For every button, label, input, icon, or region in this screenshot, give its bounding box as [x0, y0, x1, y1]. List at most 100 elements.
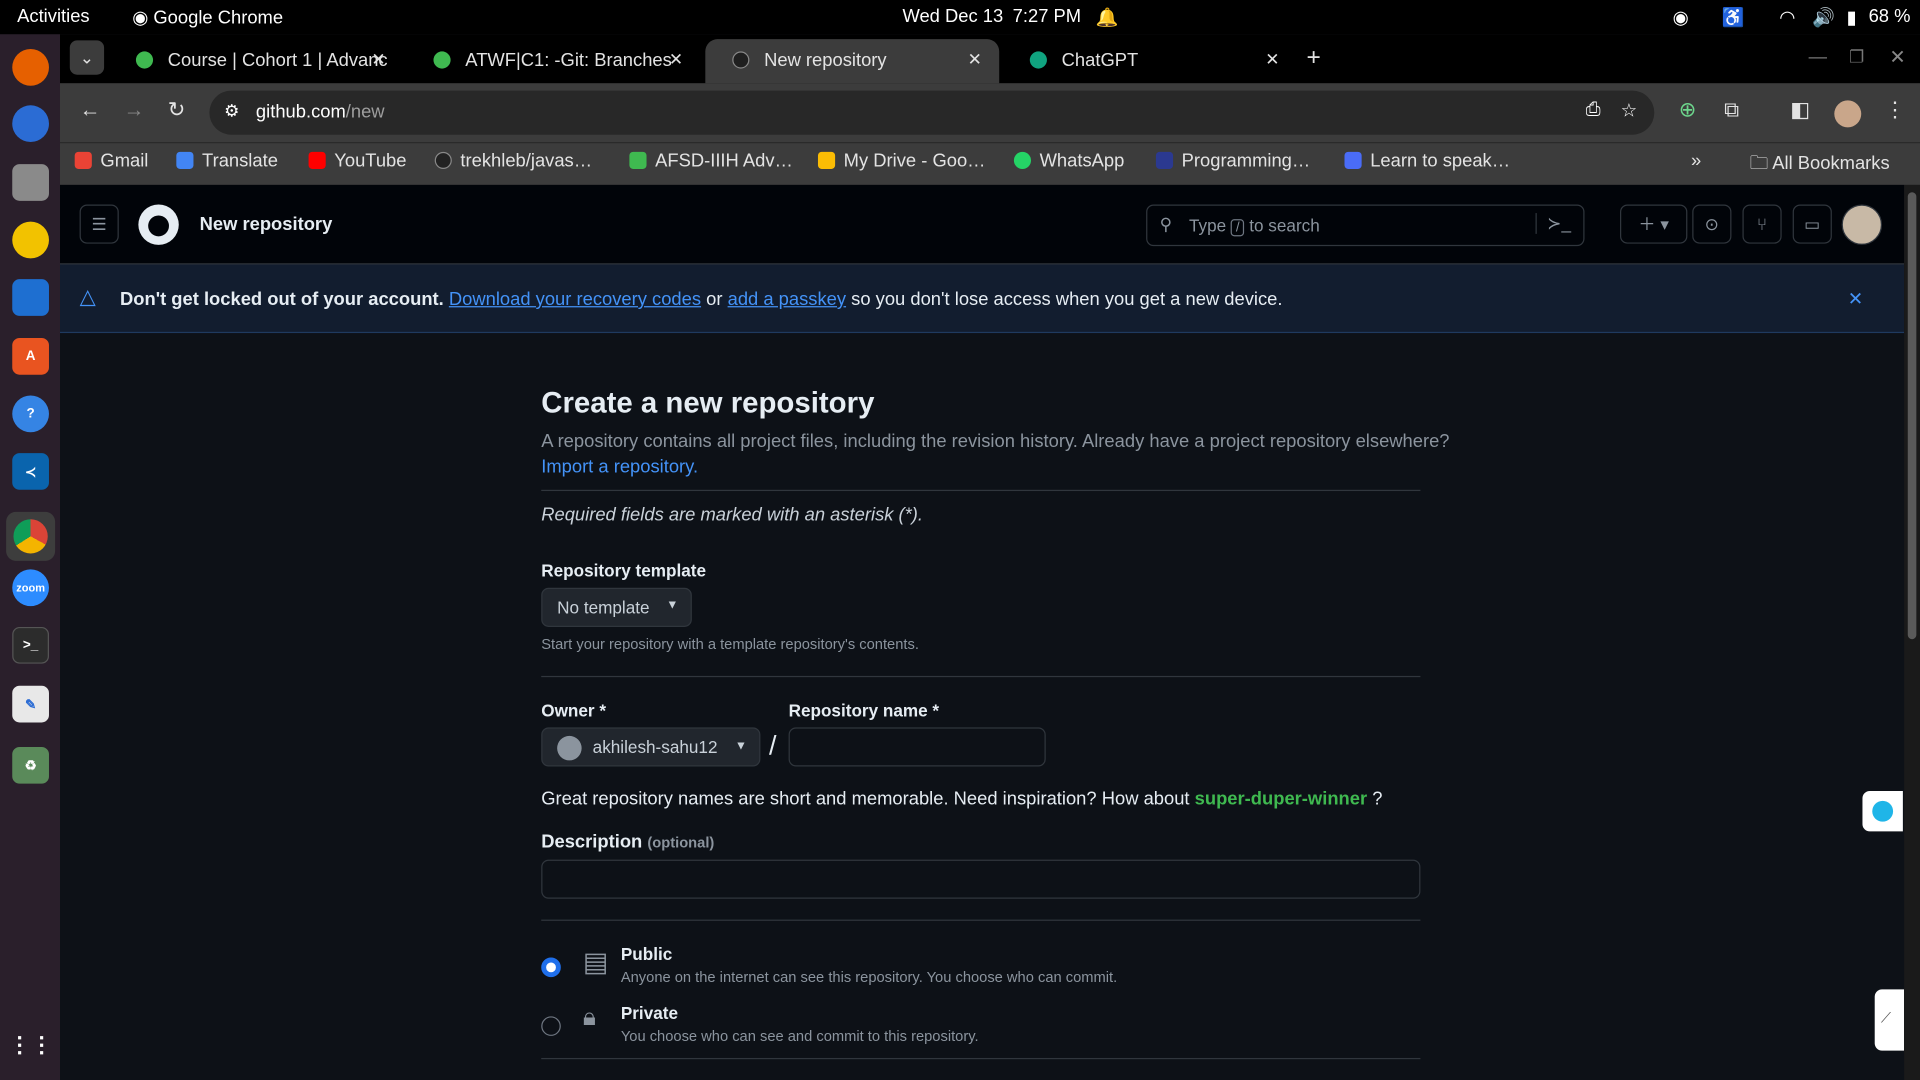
minimize-button[interactable]: —	[1809, 47, 1827, 68]
files-icon[interactable]	[12, 164, 49, 201]
tab-course[interactable]: Course | Cohort 1 | Advanc ✕	[109, 39, 403, 83]
close-icon[interactable]: ✕	[968, 49, 982, 70]
chrome-menu-icon[interactable]: ⋮	[1885, 98, 1906, 122]
pull-requests-button[interactable]: ⑂	[1742, 204, 1782, 244]
private-label[interactable]: Private	[621, 1003, 678, 1023]
vscode-icon[interactable]: ≺	[12, 453, 49, 490]
more-bookmarks-icon[interactable]: »	[1691, 151, 1701, 172]
bookmark-afsd[interactable]: AFSD-IIIH Adv…	[629, 151, 793, 171]
bookmark-translate[interactable]: Translate	[176, 151, 278, 171]
command-palette-icon[interactable]: ≻_	[1536, 213, 1571, 234]
tab-favicon-icon	[433, 51, 451, 69]
wifi-icon[interactable]: ◠	[1779, 6, 1795, 28]
zoom-icon[interactable]: zoom	[12, 569, 49, 607]
close-icon[interactable]: ✕	[669, 49, 683, 70]
inbox-button[interactable]: ▭	[1792, 204, 1832, 244]
tab-search-button[interactable]: ⌄	[69, 40, 105, 75]
chrome-app-menu[interactable]: ◉ Google Chrome	[132, 6, 283, 28]
template-dropdown[interactable]: No template ▼	[541, 587, 692, 627]
learn-icon	[1344, 151, 1362, 169]
firefox-icon[interactable]	[12, 48, 49, 86]
site-info-icon[interactable]: ⚙	[224, 100, 239, 121]
maximize-button[interactable]: ❐	[1849, 47, 1864, 68]
name-suggestion[interactable]: super-duper-winner	[1195, 789, 1367, 810]
hamburger-menu-button[interactable]: ☰	[79, 204, 119, 244]
bookmark-programming[interactable]: Programming…	[1155, 151, 1310, 171]
github-icon	[434, 151, 452, 169]
app-center-icon[interactable]: A	[12, 337, 49, 375]
close-banner-icon[interactable]: ✕	[1848, 288, 1863, 310]
terminal-icon[interactable]: >_	[12, 626, 49, 664]
close-window-button[interactable]: ✕	[1889, 45, 1905, 69]
github-page: ☰ New repository ⚲ Type / to search ≻_ ＋…	[60, 184, 1905, 1080]
close-icon[interactable]: ✕	[1265, 49, 1279, 70]
description-input[interactable]	[541, 859, 1421, 899]
recovery-codes-link[interactable]: Download your recovery codes	[449, 289, 701, 310]
tab-chatgpt[interactable]: ChatGPT ✕	[1003, 39, 1297, 83]
show-apps-icon[interactable]: ⋮⋮	[9, 1026, 53, 1063]
activities-button[interactable]: Activities	[17, 6, 89, 27]
bookmark-whatsapp[interactable]: WhatsApp	[1013, 151, 1124, 171]
repo-name-input[interactable]	[788, 727, 1046, 767]
private-radio[interactable]	[541, 1016, 561, 1036]
reload-button[interactable]: ↻	[168, 98, 185, 122]
bookmarks-bar: Gmail Translate YouTube trekhleb/javas… …	[60, 142, 1920, 185]
bookmark-learn[interactable]: Learn to speak…	[1344, 151, 1510, 171]
side-panel-icon[interactable]: ◧	[1790, 98, 1810, 122]
bookmark-star-icon[interactable]: ☆	[1621, 99, 1637, 121]
battery-icon[interactable]: ▮	[1847, 6, 1857, 28]
public-label[interactable]: Public	[621, 944, 672, 964]
help-icon[interactable]: ?	[12, 395, 49, 433]
bookmark-my-drive[interactable]: My Drive - Goo…	[817, 151, 986, 171]
writer-icon[interactable]	[12, 279, 49, 316]
all-bookmarks-folder[interactable]: 🗀 All Bookmarks	[1750, 151, 1890, 182]
clock-date[interactable]: Wed Dec 13	[902, 6, 1003, 27]
address-bar[interactable]: ⚙ github.com/new ⎙ ☆	[209, 90, 1655, 135]
accessibility-icon[interactable]: ♿	[1722, 6, 1745, 28]
user-avatar[interactable]	[1841, 204, 1883, 245]
extensions-icon[interactable]: ⧉	[1724, 98, 1739, 122]
volume-icon[interactable]: 🔊	[1812, 6, 1835, 28]
forward-button[interactable]: →	[124, 98, 145, 122]
owner-dropdown[interactable]: akhilesh-sahu12 ▼	[541, 727, 761, 767]
rhythmbox-icon[interactable]	[12, 221, 49, 259]
form-title: Create a new repository	[541, 386, 875, 421]
page-scrollbar[interactable]	[1904, 184, 1920, 1080]
thunderbird-icon[interactable]	[12, 105, 49, 143]
assistant-widget-button[interactable]	[1862, 791, 1903, 832]
chrome-logo-icon	[13, 519, 48, 554]
extension-plus-icon[interactable]: ⊕	[1679, 98, 1696, 122]
chrome-dock-icon[interactable]	[6, 511, 56, 561]
bookmark-trekhleb[interactable]: trekhleb/javas…	[434, 151, 592, 171]
tab-new-repository[interactable]: New repository ✕	[705, 39, 1000, 84]
tab-atwf[interactable]: ATWF|C1: -Git: Branches ✕	[407, 39, 701, 83]
add-passkey-link[interactable]: add a passkey	[728, 289, 846, 310]
tab-favicon-icon	[135, 51, 154, 69]
inbox-icon: ▭	[1804, 213, 1821, 234]
page-title: New repository	[199, 214, 333, 236]
divider	[541, 489, 1421, 492]
profile-avatar[interactable]	[1834, 100, 1862, 128]
public-radio[interactable]	[541, 957, 561, 978]
side-widget-button[interactable]: ⟋	[1874, 989, 1905, 1051]
import-repository-link[interactable]: Import a repository.	[541, 457, 698, 478]
search-icon: ⚲	[1159, 214, 1173, 234]
install-app-icon[interactable]: ⎙	[1586, 99, 1601, 120]
repo-name-label: Repository name *	[788, 700, 940, 721]
bookmark-youtube[interactable]: YouTube	[308, 151, 406, 171]
chrome-indicator-icon: ◉	[1672, 7, 1689, 29]
new-tab-button[interactable]: +	[1307, 44, 1321, 72]
back-button[interactable]: ←	[80, 98, 101, 122]
close-icon[interactable]: ✕	[371, 49, 385, 70]
github-logo-icon[interactable]	[138, 204, 179, 245]
search-input[interactable]: ⚲ Type / to search ≻_	[1146, 204, 1585, 247]
youtube-icon	[308, 151, 326, 169]
scrollbar-thumb[interactable]	[1907, 192, 1917, 640]
issues-button[interactable]: ⊙	[1692, 204, 1732, 244]
create-new-button[interactable]: ＋ ▾	[1620, 204, 1688, 244]
assistant-icon	[1872, 800, 1894, 822]
trash-icon[interactable]: ♻	[12, 746, 49, 784]
text-editor-icon[interactable]: ✎	[12, 685, 49, 723]
clock-time[interactable]: 7:27 PM	[1013, 6, 1081, 27]
bookmark-gmail[interactable]: Gmail	[74, 151, 148, 171]
